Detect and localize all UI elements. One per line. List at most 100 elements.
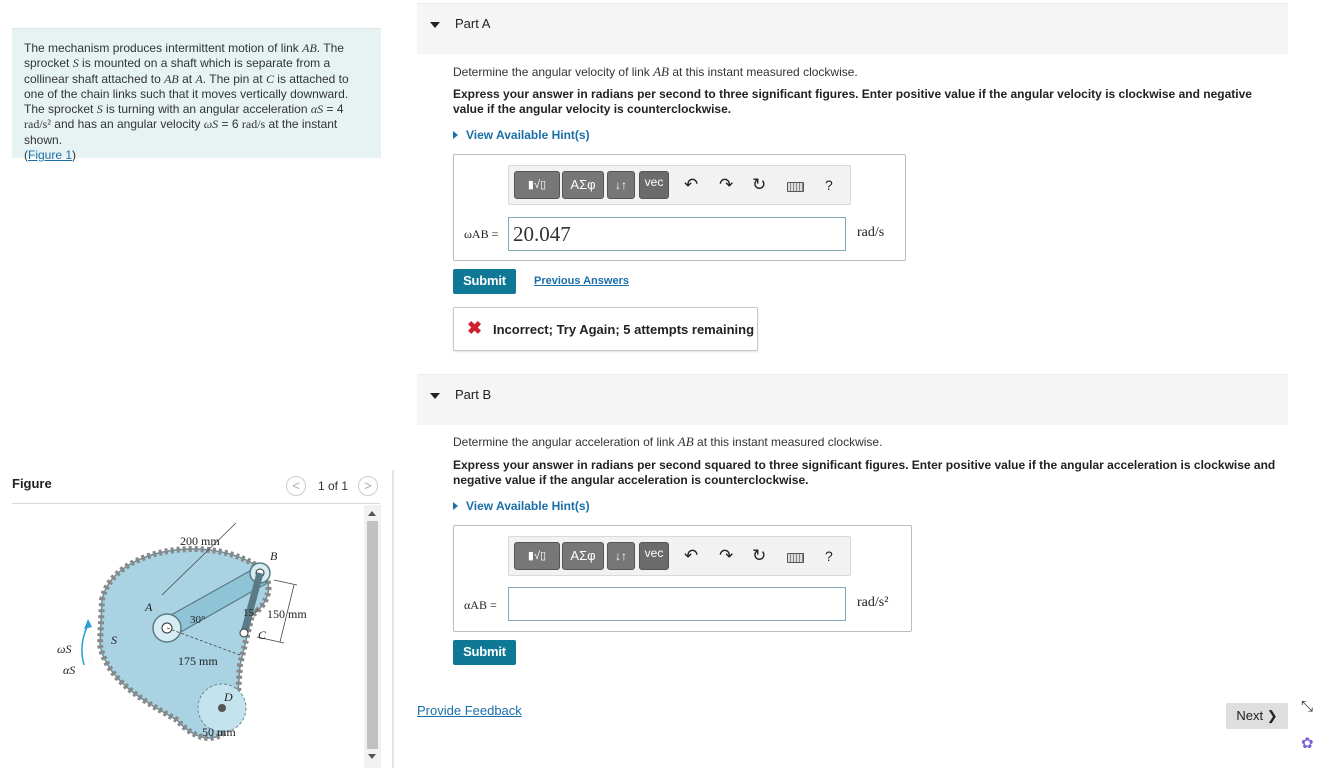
problem-text: is turning with an angular acceleration — [102, 102, 311, 117]
paren: ) — [72, 148, 77, 163]
math-ab: AB — [164, 71, 179, 86]
point-d-label: D — [223, 690, 233, 704]
figure-prev-button[interactable]: < — [286, 476, 306, 496]
undo-icon[interactable]: ↶ — [684, 175, 698, 195]
scroll-up-arrow[interactable] — [368, 511, 376, 516]
reset-icon[interactable]: ↻ — [752, 546, 766, 566]
math-ab: AB — [302, 41, 317, 55]
part-a-unit: rad/s — [857, 225, 885, 240]
math-alpha-s: αS — [310, 102, 324, 117]
column-divider — [392, 470, 394, 768]
undo-icon[interactable]: ↶ — [684, 546, 698, 566]
mechanism-figure: 200 mm 150 mm 175 mm 50 mm 30° 15° A B C… — [12, 505, 364, 768]
problem-text: The mechanism produces intermittent moti… — [24, 41, 303, 55]
part-b-hint-link[interactable]: View Available Hint(s) — [453, 499, 590, 513]
math-unit: rad/s² — [24, 117, 51, 132]
keyboard-icon[interactable] — [787, 182, 804, 192]
figure-next-button[interactable]: > — [358, 476, 378, 496]
math-a: A — [195, 71, 203, 86]
brain-icon[interactable]: ✿ — [1301, 734, 1314, 752]
alpha-s-label: αS — [63, 663, 75, 677]
question-text: Determine the angular velocity of link — [453, 65, 654, 79]
dim-175-label: 175 mm — [178, 654, 218, 668]
point-c-label: C — [258, 628, 267, 642]
arrows-button[interactable]: ↓↑ — [607, 171, 635, 199]
next-button[interactable]: Next ❯ — [1226, 703, 1288, 729]
math-toolbar: ▮√▯ ΑΣφ ↓↑ vec ↶ ↷ ↻ ? — [508, 536, 851, 576]
part-a-hint-link[interactable]: View Available Hint(s) — [453, 128, 590, 142]
expand-icon[interactable]: ⤡ — [1301, 698, 1313, 715]
caret-down-icon — [430, 393, 440, 399]
greek-symbols-button[interactable]: ΑΣφ — [562, 542, 604, 570]
math-toolbar: ▮√▯ ΑΣφ ↓↑ vec ↶ ↷ ↻ ? — [508, 165, 851, 205]
problem-text: and has an angular velocity — [50, 117, 204, 132]
redo-icon[interactable]: ↷ — [719, 175, 733, 195]
part-a-submit-button[interactable]: Submit — [453, 269, 516, 294]
scroll-thumb[interactable] — [367, 521, 378, 749]
part-b-unit: rad/s² — [857, 595, 889, 610]
caret-right-icon — [453, 131, 458, 139]
point-a-label: A — [144, 600, 153, 614]
figure-scrollbar[interactable] — [364, 505, 381, 768]
greek-symbols-button[interactable]: ΑΣφ — [562, 171, 604, 199]
problem-text: = 4 — [323, 102, 344, 117]
figure-pagination: < 1 of 1 > — [286, 476, 382, 496]
part-a-header[interactable]: Part A — [417, 3, 1288, 54]
gear-center-d — [218, 704, 226, 712]
arrows-button[interactable]: ↓↑ — [607, 542, 635, 570]
math-unit: rad/s — [241, 117, 266, 132]
figure-divider — [12, 503, 380, 504]
dim-line-150a — [273, 579, 298, 586]
figure-count: 1 of 1 — [318, 479, 349, 493]
part-b-answer-input[interactable] — [508, 587, 846, 621]
vector-button[interactable]: vec — [639, 542, 669, 570]
math-omega-s: ωS — [203, 117, 219, 132]
feedback-text: Incorrect; Try Again; 5 attempts remaini… — [493, 322, 755, 337]
part-b-answer-label: αAB = — [464, 598, 497, 612]
part-a-question: Determine the angular velocity of link A… — [453, 64, 858, 80]
templates-button[interactable]: ▮√▯ — [514, 542, 560, 570]
part-a-title: Part A — [455, 16, 491, 31]
vector-button[interactable]: vec — [639, 171, 669, 199]
figure-link[interactable]: Figure 1 — [28, 148, 72, 162]
dim-50-label: 50 mm — [202, 725, 236, 739]
part-b-instructions: Express your answer in radians per secon… — [453, 458, 1276, 487]
part-a-answer-label: ωAB = — [464, 227, 499, 241]
provide-feedback-link[interactable]: Provide Feedback — [417, 703, 522, 718]
omega-s-label: ωS — [57, 642, 71, 656]
angle-15-label: 15° — [243, 607, 258, 619]
help-button[interactable]: ? — [825, 177, 833, 193]
math-c: C — [265, 71, 274, 86]
problem-text: = 6 — [218, 117, 242, 132]
reset-icon[interactable]: ↻ — [752, 175, 766, 195]
question-text: at this instant measured clockwise. — [669, 65, 858, 79]
omega-arrow — [81, 624, 89, 666]
part-b-header[interactable]: Part B — [417, 374, 1288, 425]
part-a-feedback: ✖ Incorrect; Try Again; 5 attempts remai… — [453, 307, 758, 351]
redo-icon[interactable]: ↷ — [719, 546, 733, 566]
problem-text: . The pin at — [202, 71, 266, 86]
math-ab: AB — [653, 64, 669, 79]
scroll-down-arrow[interactable] — [368, 754, 376, 759]
hint-label: View Available Hint(s) — [466, 499, 590, 513]
part-a-answer-input[interactable]: 20.047 — [508, 217, 846, 251]
previous-answers-link[interactable]: Previous Answers — [534, 275, 629, 287]
help-button[interactable]: ? — [825, 548, 833, 564]
part-b-answer-box: ▮√▯ ΑΣφ ↓↑ vec ↶ ↷ ↻ ? αAB = rad/s² — [453, 525, 912, 632]
mechanism-diagram: 200 mm 150 mm 175 mm 50 mm 30° 15° A B C… — [57, 522, 307, 741]
question-text: Determine the angular acceleration of li… — [453, 435, 678, 449]
templates-button[interactable]: ▮√▯ — [514, 171, 560, 199]
math-ab: AB — [677, 434, 694, 449]
part-b-submit-button[interactable]: Submit — [453, 640, 516, 665]
figure-heading: Figure — [12, 476, 52, 491]
problem-text: at — [178, 71, 196, 86]
angle-30-label: 30° — [190, 614, 205, 626]
caret-down-icon — [430, 22, 440, 28]
omega-arrowhead — [84, 619, 92, 629]
part-b-question: Determine the angular acceleration of li… — [453, 434, 882, 450]
keyboard-icon[interactable] — [787, 553, 804, 563]
error-icon: ✖ — [467, 318, 483, 338]
dim-200-label: 200 mm — [180, 534, 220, 548]
question-text: at this instant measured clockwise. — [693, 435, 883, 449]
caret-right-icon — [453, 502, 458, 510]
